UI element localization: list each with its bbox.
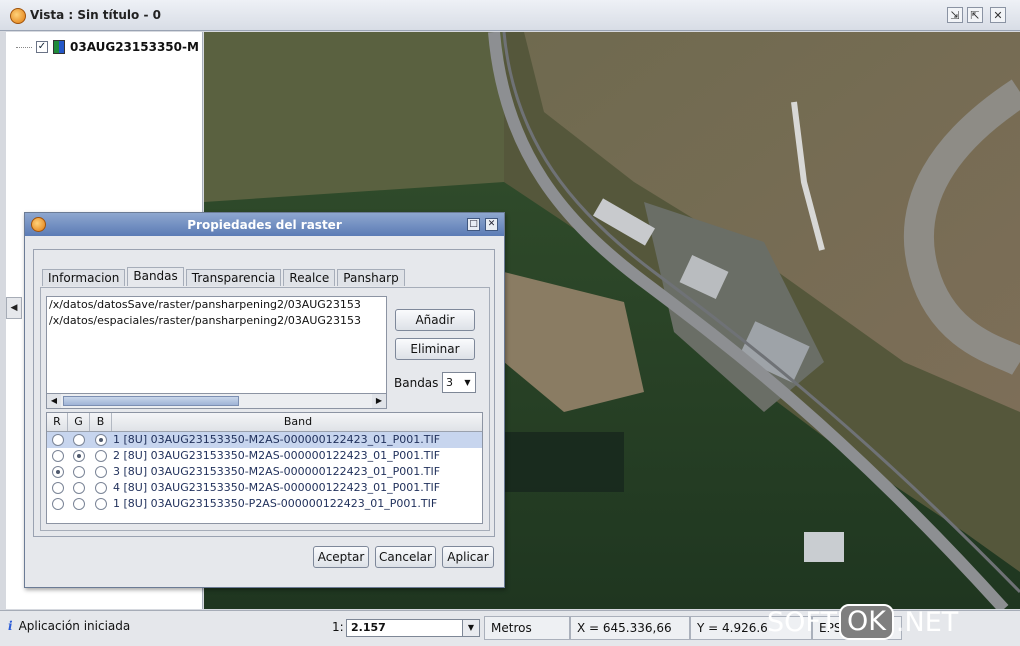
band-radio-b[interactable] xyxy=(95,466,107,478)
band-radio-b[interactable] xyxy=(95,434,107,446)
tab-transparencia[interactable]: Transparencia xyxy=(185,269,282,286)
bandas-select[interactable]: 3 ▼ xyxy=(442,372,476,393)
units-field: Metros xyxy=(484,616,570,640)
status-text: Aplicación iniciada xyxy=(18,619,131,633)
layer-visibility-checkbox[interactable]: ✓ xyxy=(36,41,48,53)
band-radio-g[interactable] xyxy=(73,450,85,462)
file-list-scrollbar[interactable]: ◀ ▶ xyxy=(46,394,387,409)
main-titlebar: Vista : Sin título - 0 ⇲ ⇱ ✕ xyxy=(0,0,1020,31)
watermark-logo: SOFT OK .NET xyxy=(767,602,958,642)
close-icon[interactable]: ✕ xyxy=(485,218,498,231)
band-radio-r[interactable] xyxy=(52,482,64,494)
scale-value: 2.157 xyxy=(351,621,386,634)
cancel-button[interactable]: Cancelar xyxy=(375,546,436,568)
band-label: 2 [8U] 03AUG23153350-M2AS-000000122423_0… xyxy=(113,449,441,462)
chevron-down-icon: ▼ xyxy=(462,620,479,636)
bandas-label: Bandas xyxy=(394,376,439,390)
tree-line xyxy=(16,46,32,48)
add-button[interactable]: Añadir xyxy=(395,309,475,331)
dialog-title: Propiedades del raster xyxy=(187,218,342,232)
remove-button[interactable]: Eliminar xyxy=(395,338,475,360)
band-radio-r[interactable] xyxy=(52,466,64,478)
close-icon[interactable]: ✕ xyxy=(990,7,1006,23)
list-item[interactable]: /x/datos/datosSave/raster/pansharpening2… xyxy=(47,297,386,313)
watermark-part: OK xyxy=(838,604,894,640)
dialog-titlebar[interactable]: Propiedades del raster □ ✕ xyxy=(25,213,504,236)
collapse-arrow-icon[interactable]: ◀ xyxy=(6,297,22,319)
view-title: Vista : Sin título - 0 xyxy=(30,8,161,22)
band-radio-g[interactable] xyxy=(73,466,85,478)
raster-layer-icon xyxy=(53,40,65,54)
iconify-icon[interactable]: ⇲ xyxy=(947,7,963,23)
table-row[interactable]: 1 [8U] 03AUG23153350-P2AS-000000122423_0… xyxy=(47,496,482,512)
band-radio-b[interactable] xyxy=(95,498,107,510)
band-table: R G B Band 1 [8U] 03AUG23153350-M2AS-000… xyxy=(46,412,483,524)
band-radio-r[interactable] xyxy=(52,450,64,462)
table-row[interactable]: 4 [8U] 03AUG23153350-M2AS-000000122423_0… xyxy=(47,480,482,496)
band-label: 3 [8U] 03AUG23153350-M2AS-000000122423_0… xyxy=(113,465,441,478)
toc-layer-item[interactable]: ✓ 03AUG23153350-M xyxy=(16,38,199,56)
column-header-r[interactable]: R xyxy=(47,413,68,431)
band-radio-g[interactable] xyxy=(73,498,85,510)
file-list[interactable]: /x/datos/datosSave/raster/pansharpening2… xyxy=(46,296,387,394)
scroll-right-icon[interactable]: ▶ xyxy=(372,394,386,408)
column-header-band[interactable]: Band xyxy=(112,413,482,431)
column-header-b[interactable]: B xyxy=(90,413,112,431)
scale-select[interactable]: 2.157 ▼ xyxy=(346,619,480,637)
watermark-part: SOFT xyxy=(767,606,837,638)
tab-bar: Informacion Bandas Transparencia Realce … xyxy=(42,267,407,287)
band-radio-g[interactable] xyxy=(73,482,85,494)
tab-bandas[interactable]: Bandas xyxy=(127,267,184,286)
tab-informacion[interactable]: Informacion xyxy=(42,269,126,286)
tab-realce[interactable]: Realce xyxy=(283,269,336,286)
scroll-thumb[interactable] xyxy=(63,396,239,406)
band-radio-b[interactable] xyxy=(95,450,107,462)
list-item[interactable]: /x/datos/espaciales/raster/pansharpening… xyxy=(47,313,386,329)
bandas-value: 3 xyxy=(446,376,453,389)
band-radio-r[interactable] xyxy=(52,498,64,510)
band-radio-r[interactable] xyxy=(52,434,64,446)
band-label: 4 [8U] 03AUG23153350-M2AS-000000122423_0… xyxy=(113,481,441,494)
maximize-icon[interactable]: ⇱ xyxy=(967,7,983,23)
watermark-part: .NET xyxy=(895,606,959,638)
info-icon: i xyxy=(8,619,13,633)
table-row[interactable]: 2 [8U] 03AUG23153350-M2AS-000000122423_0… xyxy=(47,448,482,464)
band-label: 1 [8U] 03AUG23153350-M2AS-000000122423_0… xyxy=(113,433,441,446)
status-message: i Aplicación iniciada xyxy=(8,619,130,633)
scroll-left-icon[interactable]: ◀ xyxy=(47,394,61,408)
table-row[interactable]: 3 [8U] 03AUG23153350-M2AS-000000122423_0… xyxy=(47,464,482,480)
table-row[interactable]: 1 [8U] 03AUG23153350-M2AS-000000122423_0… xyxy=(47,432,482,448)
app-icon xyxy=(10,8,26,24)
accept-button[interactable]: Aceptar xyxy=(313,546,369,568)
band-label: 1 [8U] 03AUG23153350-P2AS-000000122423_0… xyxy=(113,497,438,510)
band-radio-b[interactable] xyxy=(95,482,107,494)
tab-pansharp[interactable]: Pansharp xyxy=(337,269,405,286)
apply-button[interactable]: Aplicar xyxy=(442,546,494,568)
chevron-down-icon: ▼ xyxy=(464,378,471,387)
layer-name: 03AUG23153350-M xyxy=(70,40,199,54)
x-coordinate: X = 645.336,66 xyxy=(570,616,690,640)
band-radio-g[interactable] xyxy=(73,434,85,446)
maximize-icon[interactable]: □ xyxy=(467,218,480,231)
band-table-header: R G B Band xyxy=(47,413,482,432)
column-header-g[interactable]: G xyxy=(68,413,90,431)
